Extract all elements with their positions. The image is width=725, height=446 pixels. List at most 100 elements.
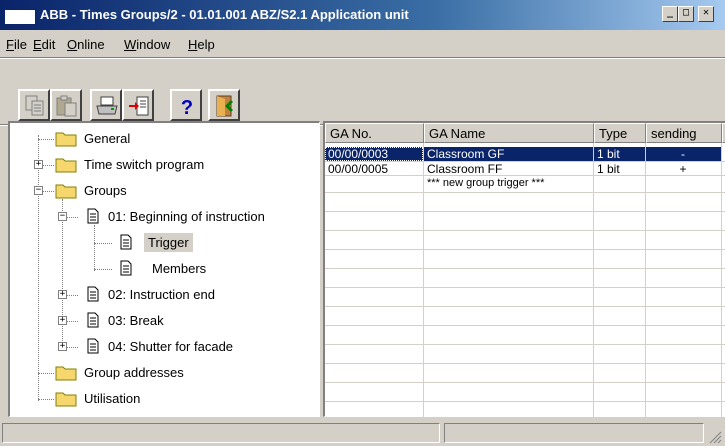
cell-type[interactable]: 1 bit <box>594 147 644 161</box>
paste-icon <box>56 95 77 117</box>
grid-row-line <box>325 325 725 326</box>
paste-button[interactable] <box>50 89 82 121</box>
tree-label: General <box>84 131 131 146</box>
import-icon <box>129 96 149 116</box>
import-button[interactable] <box>122 89 154 121</box>
document-icon <box>87 338 99 354</box>
maximize-button[interactable]: □ <box>678 6 694 22</box>
cell-ga-name[interactable]: Classroom FF <box>424 162 592 176</box>
column-header-type[interactable]: Type <box>594 123 646 143</box>
cell-sending[interactable]: + <box>646 162 720 176</box>
grid-row-line <box>325 268 725 269</box>
grid-row-line <box>325 192 725 193</box>
menu-file[interactable]: File <box>6 37 27 52</box>
minimize-button[interactable]: _ <box>662 6 678 22</box>
menu-online-accel: O <box>67 37 78 52</box>
menu-window-accel: W <box>124 37 137 52</box>
folder-icon <box>55 392 77 407</box>
tree-item-utilisation[interactable]: Utilisation <box>10 387 315 411</box>
menu-window-label: indow <box>136 37 171 52</box>
svg-text:?: ? <box>181 97 193 118</box>
folder-icon <box>55 184 77 199</box>
tree-item-members[interactable]: Members <box>10 257 315 281</box>
document-icon <box>87 286 99 302</box>
cell-type[interactable]: 1 bit <box>594 162 644 176</box>
status-bar <box>0 420 725 446</box>
menu-help[interactable]: Help <box>188 37 215 52</box>
print-icon <box>96 96 118 115</box>
folder-icon <box>55 366 77 381</box>
tree-pane[interactable]: General + Time switch program − Groups −… <box>8 121 320 417</box>
grid-row-line <box>325 306 725 307</box>
tree-item-group-01[interactable]: − 01: Beginning of instruction <box>10 205 315 229</box>
cell-ga-no[interactable]: 00/00/0003 <box>325 147 423 161</box>
title-bar[interactable]: ABB - Times Groups/2 - 01.01.001 ABZ/S2.… <box>0 0 725 30</box>
tree-label: 04: Shutter for facade <box>108 339 234 354</box>
menu-edit-label: dit <box>41 37 56 52</box>
menu-window[interactable]: Window <box>124 37 170 52</box>
document-icon <box>87 312 99 328</box>
exit-button[interactable] <box>208 89 240 121</box>
grid-row-line <box>325 287 725 288</box>
menu-file-accel: F <box>6 37 14 52</box>
resize-grip-icon[interactable] <box>708 430 722 444</box>
expand-icon[interactable]: + <box>58 316 67 325</box>
menu-online[interactable]: Online <box>67 37 105 52</box>
cell-sending[interactable]: - <box>646 147 720 161</box>
cell-sending[interactable] <box>646 176 720 190</box>
cell-ga-name-new-trigger[interactable]: *** new group trigger *** <box>424 176 592 190</box>
tree-label: Members <box>152 261 207 276</box>
help-button[interactable]: ? <box>170 89 202 121</box>
status-panel-main <box>2 423 440 443</box>
grid-row-line <box>325 344 725 345</box>
close-button[interactable]: ✕ <box>698 6 714 22</box>
cell-ga-no[interactable]: 00/00/0005 <box>325 162 423 176</box>
collapse-icon[interactable]: − <box>58 212 67 221</box>
menu-help-accel: H <box>188 37 198 52</box>
tree-item-trigger[interactable]: Trigger <box>10 231 315 255</box>
grid-row-line <box>325 211 725 212</box>
grid-pane[interactable]: GA No. GA Name Type sending 00/00/0003 C… <box>323 121 725 417</box>
tree-item-group-addresses[interactable]: Group addresses <box>10 361 315 385</box>
expand-icon[interactable]: + <box>58 290 67 299</box>
tree-item-group-02[interactable]: + 02: Instruction end <box>10 283 315 307</box>
menu-edit[interactable]: Edit <box>33 37 55 52</box>
print-button[interactable] <box>90 89 122 121</box>
document-icon <box>120 260 132 276</box>
tree-label: Group addresses <box>84 365 184 380</box>
tree-item-time-switch-program[interactable]: + Time switch program <box>10 153 315 177</box>
grid-row-line <box>325 363 725 364</box>
expand-icon[interactable]: + <box>34 160 43 169</box>
document-icon <box>87 208 99 224</box>
collapse-icon[interactable]: − <box>34 186 43 195</box>
grid-row-line <box>325 401 725 402</box>
menu-file-label: ile <box>13 37 27 52</box>
app-icon <box>4 9 36 25</box>
tree-label: 03: Break <box>108 313 164 328</box>
cell-type[interactable] <box>594 176 644 190</box>
grid-row-line <box>325 230 725 231</box>
document-icon <box>120 234 132 250</box>
cell-ga-no[interactable] <box>325 176 423 190</box>
tree-connector <box>38 373 54 374</box>
tree-item-general[interactable]: General <box>10 127 315 151</box>
exit-icon <box>216 95 233 117</box>
tree-item-groups[interactable]: − Groups <box>10 179 315 203</box>
column-header-ga-name[interactable]: GA Name <box>424 123 594 143</box>
column-header-sending[interactable]: sending <box>646 123 722 143</box>
tree-connector <box>94 269 112 270</box>
tree-item-group-04[interactable]: + 04: Shutter for facade <box>10 335 315 359</box>
tree-label: Utilisation <box>84 391 141 406</box>
help-icon: ? <box>181 97 193 118</box>
expand-icon[interactable]: + <box>58 342 67 351</box>
tree-item-group-03[interactable]: + 03: Break <box>10 309 315 333</box>
menu-online-label: nline <box>77 37 105 52</box>
menu-edit-accel: E <box>33 37 42 52</box>
tree-label: 02: Instruction end <box>108 287 215 302</box>
copy-button[interactable] <box>18 89 50 121</box>
cell-ga-name[interactable]: Classroom GF <box>424 147 592 161</box>
menu-bar: File Edit Online Window Help <box>0 33 725 55</box>
folder-icon <box>55 132 77 147</box>
copy-icon <box>25 95 44 116</box>
column-header-ga-no[interactable]: GA No. <box>325 123 424 143</box>
